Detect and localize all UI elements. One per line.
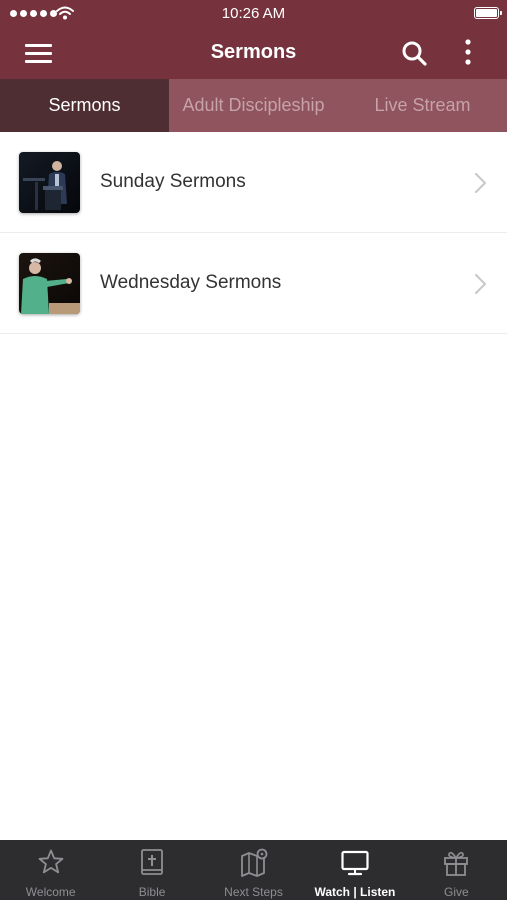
tab-label: Bible <box>138 885 166 899</box>
tab-sermons[interactable]: Sermons <box>0 79 169 132</box>
tab-live-stream[interactable]: Live Stream <box>338 79 507 132</box>
page-title: Sermons <box>210 41 297 63</box>
list-item-label: Wednesday Sermons <box>100 272 282 293</box>
sunday-sermons-thumbnail <box>19 152 80 213</box>
tab-label: Next Steps <box>224 885 283 899</box>
tab-label: Watch | Listen <box>314 885 396 899</box>
star-icon <box>38 849 64 874</box>
list-item-sunday-sermons[interactable]: Sunday Sermons <box>0 132 507 233</box>
tv-icon <box>341 850 369 876</box>
tab-give[interactable]: Give <box>406 840 507 900</box>
list-item-label: Sunday Sermons <box>100 171 246 192</box>
tab-bible[interactable]: Bible <box>101 840 202 900</box>
tab-label: Welcome <box>25 885 76 899</box>
top-bar: 10:26 AM Sermons <box>0 0 507 79</box>
battery-icon <box>474 7 502 19</box>
search-icon[interactable] <box>400 39 428 67</box>
status-bar: 10:26 AM <box>0 0 507 28</box>
segment-tabs: Sermons Adult Discipleship Live Stream <box>0 79 507 132</box>
list-item-wednesday-sermons[interactable]: Wednesday Sermons <box>0 233 507 334</box>
tab-watch-listen[interactable]: Watch | Listen <box>304 840 405 900</box>
more-options-icon[interactable] <box>458 38 478 68</box>
wednesday-sermons-thumbnail <box>19 253 80 314</box>
chevron-right-icon <box>475 274 486 294</box>
sermon-list: Sunday Sermons Wednesday Sermons <box>0 132 507 334</box>
bottom-tab-bar: Welcome Bible Next Steps Watch | Listen <box>0 840 507 900</box>
tab-adult-discipleship[interactable]: Adult Discipleship <box>169 79 338 132</box>
tab-next-steps[interactable]: Next Steps <box>203 840 304 900</box>
tab-welcome[interactable]: Welcome <box>0 840 101 900</box>
tab-label: Give <box>443 885 469 899</box>
status-time: 10:26 AM <box>221 5 286 22</box>
chevron-right-icon <box>475 173 486 193</box>
map-icon <box>240 848 267 877</box>
gift-icon <box>444 851 469 876</box>
bible-icon <box>141 849 164 875</box>
nav-bar: Sermons <box>0 28 507 79</box>
